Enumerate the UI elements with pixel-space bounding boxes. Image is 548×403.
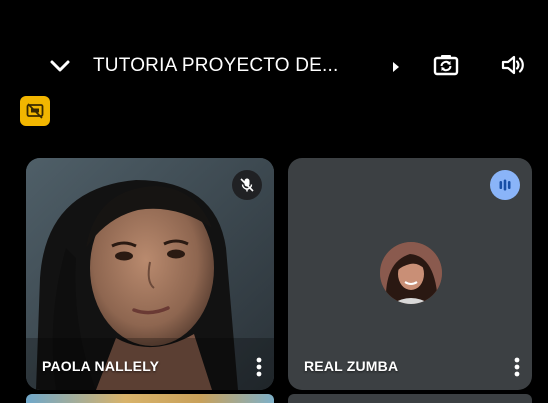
speaker-icon <box>501 55 524 75</box>
participant-name: PAOLA NALLELY <box>42 358 160 374</box>
chevron-down-icon <box>50 60 70 72</box>
participant-tile[interactable]: PAOLA NALLELY <box>26 158 274 390</box>
switch-camera-icon <box>433 55 459 76</box>
presenting-indicator[interactable] <box>20 96 50 126</box>
avatar-photo <box>380 242 442 304</box>
speaking-indicator <box>490 170 520 200</box>
next-tile-preview[interactable] <box>288 394 532 403</box>
cast-icon <box>26 103 44 119</box>
next-row-preview <box>0 394 548 403</box>
meeting-title[interactable]: TUTORIA PROYECTO DE... <box>93 53 338 79</box>
participant-name: REAL ZUMBA <box>304 358 399 374</box>
more-vertical-icon <box>514 357 520 377</box>
meet-call-screen: TUTORIA PROYECTO DE... PAOLA NALLELY REA… <box>0 0 548 403</box>
call-header: TUTORIA PROYECTO DE... <box>0 0 548 140</box>
switch-camera-button[interactable] <box>428 50 464 80</box>
participant-tile[interactable]: REAL ZUMBA <box>288 158 532 390</box>
triangle-right-icon <box>393 62 399 72</box>
mic-muted-indicator <box>232 170 262 200</box>
participant-options-button[interactable] <box>252 354 266 380</box>
audio-level-icon <box>499 179 511 191</box>
avatar <box>380 242 442 304</box>
more-vertical-icon <box>256 357 262 377</box>
mic-off-icon <box>240 178 254 192</box>
speaker-button[interactable] <box>496 50 530 80</box>
next-tile-preview[interactable] <box>26 394 274 403</box>
collapse-button[interactable] <box>44 54 76 78</box>
meeting-details-button[interactable] <box>389 57 403 77</box>
participant-options-button[interactable] <box>510 354 524 380</box>
